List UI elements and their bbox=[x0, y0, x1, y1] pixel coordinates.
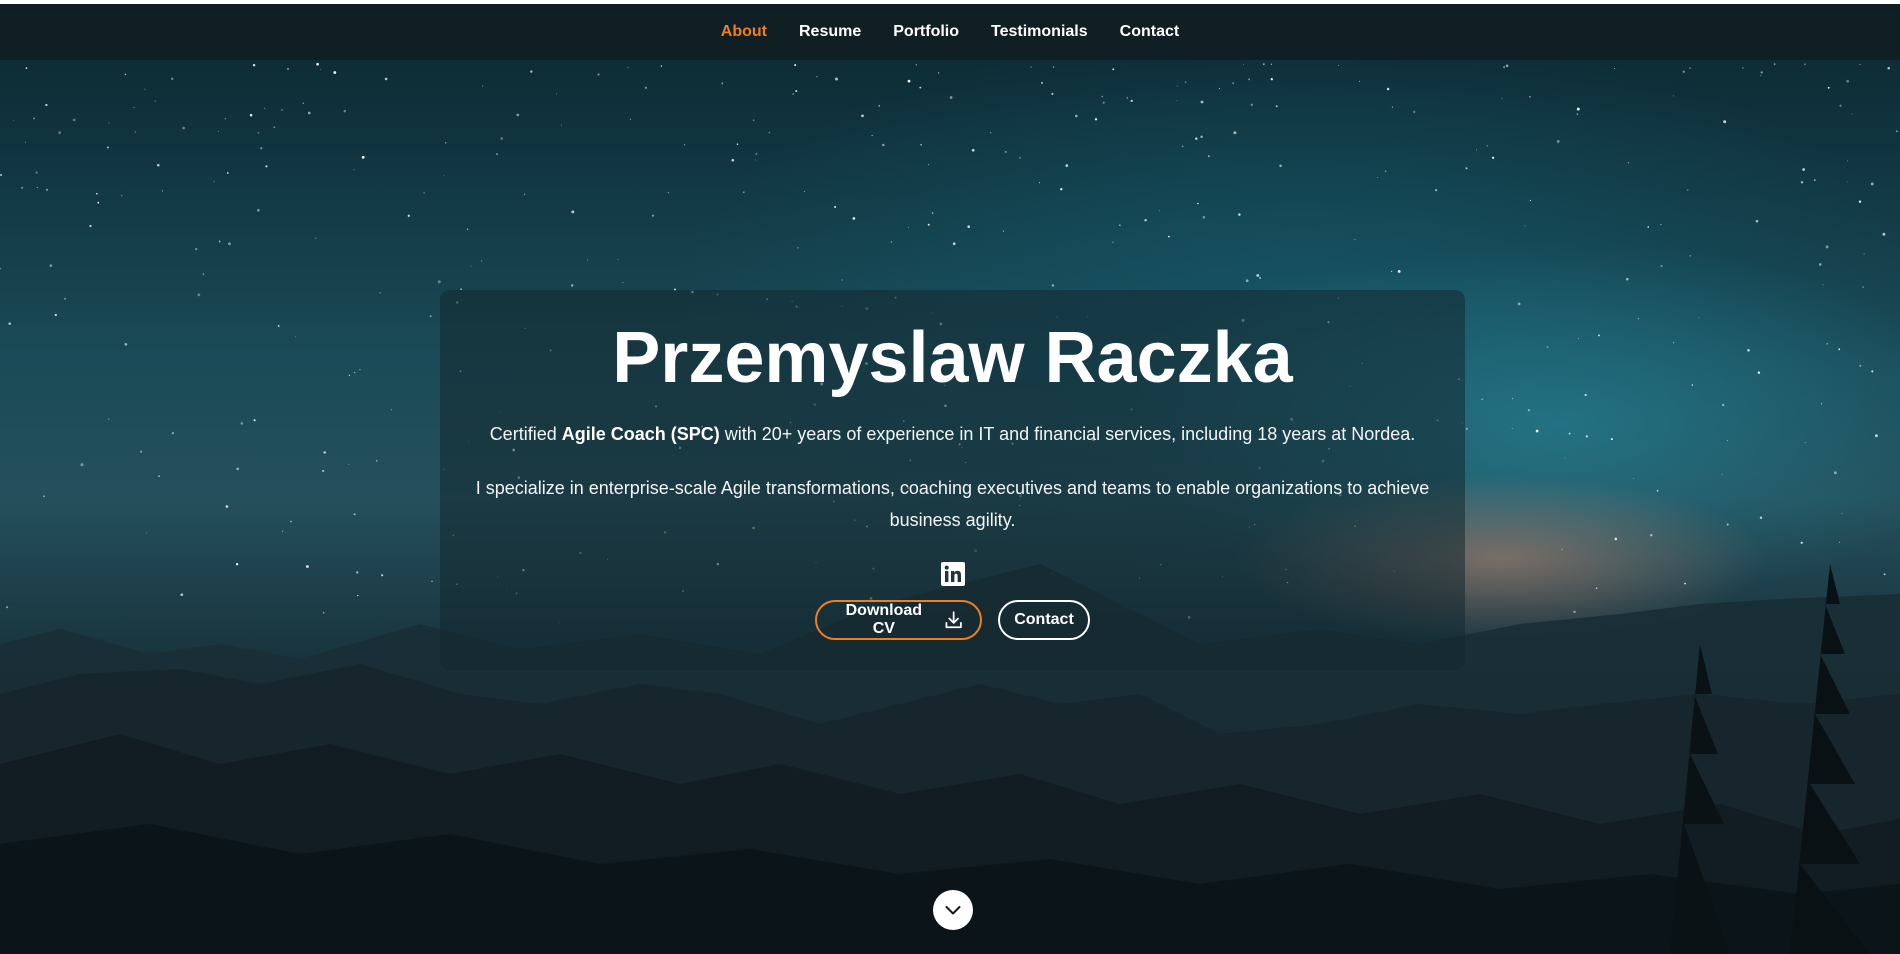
intro-text: Certified Agile Coach (SPC) with 20+ yea… bbox=[440, 420, 1465, 448]
contact-button[interactable]: Contact bbox=[998, 600, 1090, 640]
download-cv-button[interactable]: Download CV bbox=[815, 600, 982, 640]
intro-suffix: with 20+ years of experience in IT and f… bbox=[719, 424, 1416, 444]
contact-button-label: Contact bbox=[1014, 611, 1074, 628]
intro-prefix: Certified bbox=[489, 424, 562, 444]
nav-contact-link[interactable]: Contact bbox=[1120, 23, 1180, 41]
download-icon bbox=[945, 611, 962, 629]
nav-testimonials-link[interactable]: Testimonials bbox=[991, 23, 1088, 41]
intro-certification: Agile Coach (SPC) bbox=[561, 424, 720, 444]
nav-about-link[interactable]: About bbox=[721, 23, 767, 41]
action-buttons: Download CV Contact bbox=[440, 600, 1465, 640]
linkedin-icon[interactable] bbox=[940, 562, 965, 586]
nav-portfolio-link[interactable]: Portfolio bbox=[893, 23, 959, 41]
nav-resume-link[interactable]: Resume bbox=[799, 23, 861, 41]
scroll-down-button[interactable] bbox=[933, 890, 973, 930]
download-cv-label: Download CV bbox=[845, 602, 923, 637]
intro-card: Przemyslaw Raczka Certified Agile Coach … bbox=[440, 290, 1465, 670]
person-name-heading: Przemyslaw Raczka bbox=[612, 318, 1293, 398]
description-text: I specialize in enterprise-scale Agile t… bbox=[475, 478, 1430, 530]
chevron-down-icon bbox=[945, 906, 961, 915]
top-navbar: About Resume Portfolio Testimonials Cont… bbox=[0, 4, 1900, 60]
